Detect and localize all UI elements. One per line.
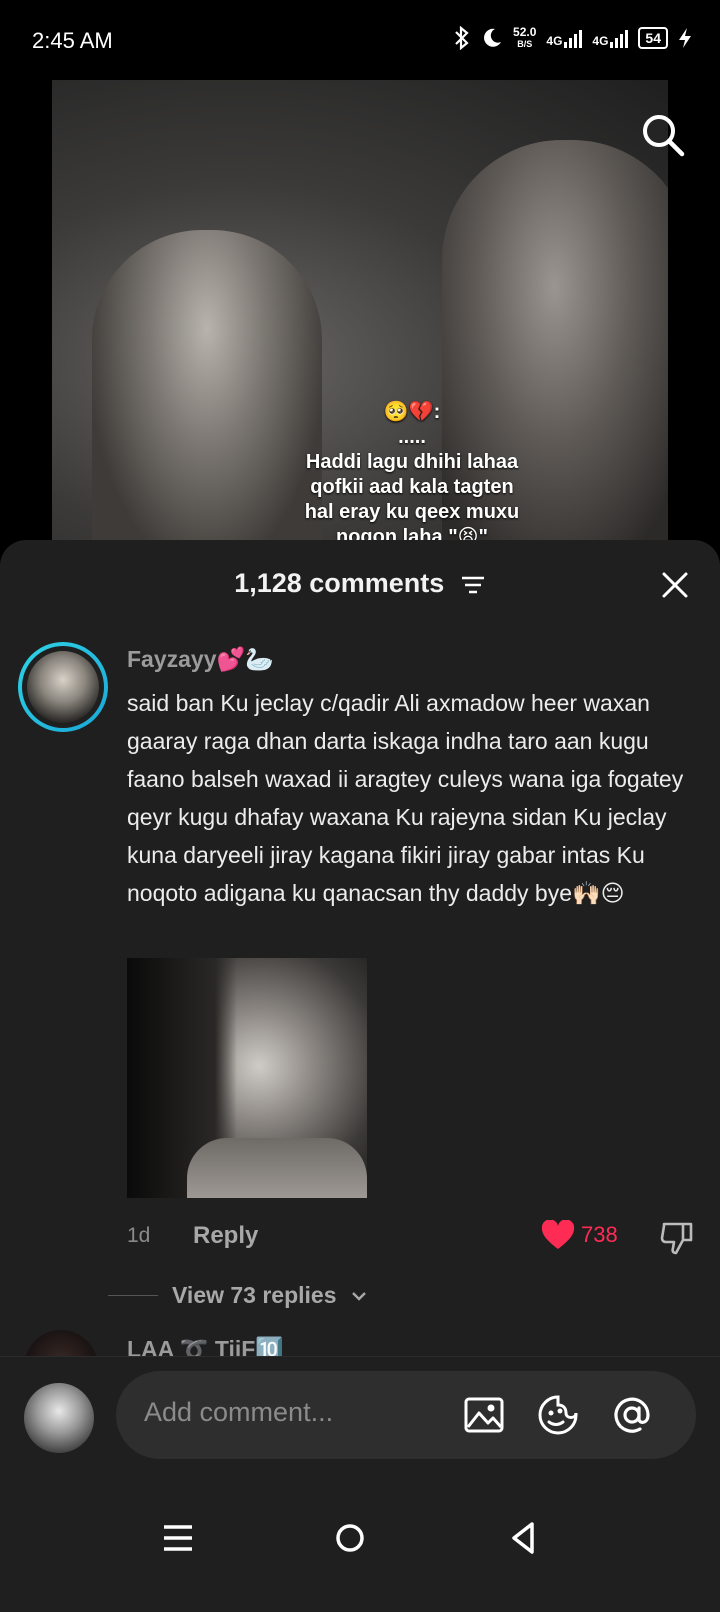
net-speed: 52.0 B/S bbox=[513, 25, 537, 49]
avatar[interactable] bbox=[18, 642, 108, 732]
comment-input[interactable]: Add comment... bbox=[116, 1371, 696, 1459]
view-replies-button[interactable]: View 73 replies bbox=[108, 1282, 367, 1309]
caption-line: qofkii aad kala tagten bbox=[310, 476, 514, 498]
search-icon[interactable] bbox=[640, 112, 686, 158]
heart-icon bbox=[541, 1220, 575, 1249]
video-player[interactable]: 🥺💔: ..... Haddi lagu dhihi lahaa qofkii … bbox=[52, 80, 668, 550]
comments-title: 1,128 comments bbox=[0, 568, 720, 599]
like-count: 738 bbox=[581, 1222, 618, 1247]
comment-input-bar: Add comment... bbox=[0, 1356, 720, 1476]
user-avatar bbox=[24, 1383, 94, 1453]
signal-bars-icon bbox=[564, 28, 583, 48]
battery-indicator: 54 bbox=[638, 27, 668, 49]
comments-header: 1,128 comments bbox=[0, 540, 720, 610]
comment-time: 1d bbox=[127, 1224, 151, 1247]
mention-icon[interactable] bbox=[610, 1393, 654, 1437]
caption-line: hal eray ku qeex muxu bbox=[304, 501, 520, 523]
back-icon[interactable] bbox=[504, 1518, 544, 1558]
signal-1: 4G bbox=[546, 28, 583, 48]
comment-text: said ban Ku jeclay c/qadir Ali axmadow h… bbox=[127, 690, 684, 906]
comment-image[interactable] bbox=[127, 958, 367, 1198]
signal-bars-icon bbox=[610, 28, 629, 48]
dislike-icon[interactable] bbox=[659, 1220, 695, 1256]
emoji-sticker-icon[interactable] bbox=[536, 1393, 580, 1437]
caption-line: ..... bbox=[398, 426, 426, 448]
reply-button[interactable]: Reply bbox=[193, 1222, 258, 1250]
view-replies-label: View 73 replies bbox=[172, 1282, 337, 1308]
moon-icon bbox=[484, 28, 502, 47]
system-nav-bar bbox=[0, 1476, 720, 1612]
status-bar: 2:45 AM 52.0 B/S 4G 4G 54 bbox=[0, 0, 720, 80]
like-button[interactable]: 738 bbox=[541, 1220, 618, 1250]
recent-apps-icon[interactable] bbox=[158, 1518, 198, 1558]
comment-input-placeholder: Add comment... bbox=[144, 1397, 334, 1427]
caption-line: 🥺💔: bbox=[383, 401, 441, 423]
image-icon[interactable] bbox=[462, 1393, 506, 1437]
bluetooth-icon bbox=[455, 26, 469, 50]
comment-meta: 1d Reply 738 bbox=[127, 1218, 707, 1258]
charging-icon bbox=[679, 28, 691, 48]
home-icon[interactable] bbox=[330, 1518, 370, 1558]
status-time: 2:45 AM bbox=[32, 28, 113, 53]
comment-username[interactable]: Fayzayy💕🦢 bbox=[127, 646, 274, 673]
caption-line: Haddi lagu dhihi lahaa bbox=[305, 451, 519, 473]
status-icons: 52.0 B/S 4G 4G 54 bbox=[453, 26, 692, 50]
signal-2: 4G bbox=[592, 28, 629, 48]
close-icon[interactable] bbox=[660, 570, 690, 600]
chevron-down-icon bbox=[351, 1291, 366, 1301]
sort-filter-icon[interactable] bbox=[460, 574, 486, 596]
video-caption: 🥺💔: ..... Haddi lagu dhihi lahaa qofkii … bbox=[262, 400, 562, 550]
